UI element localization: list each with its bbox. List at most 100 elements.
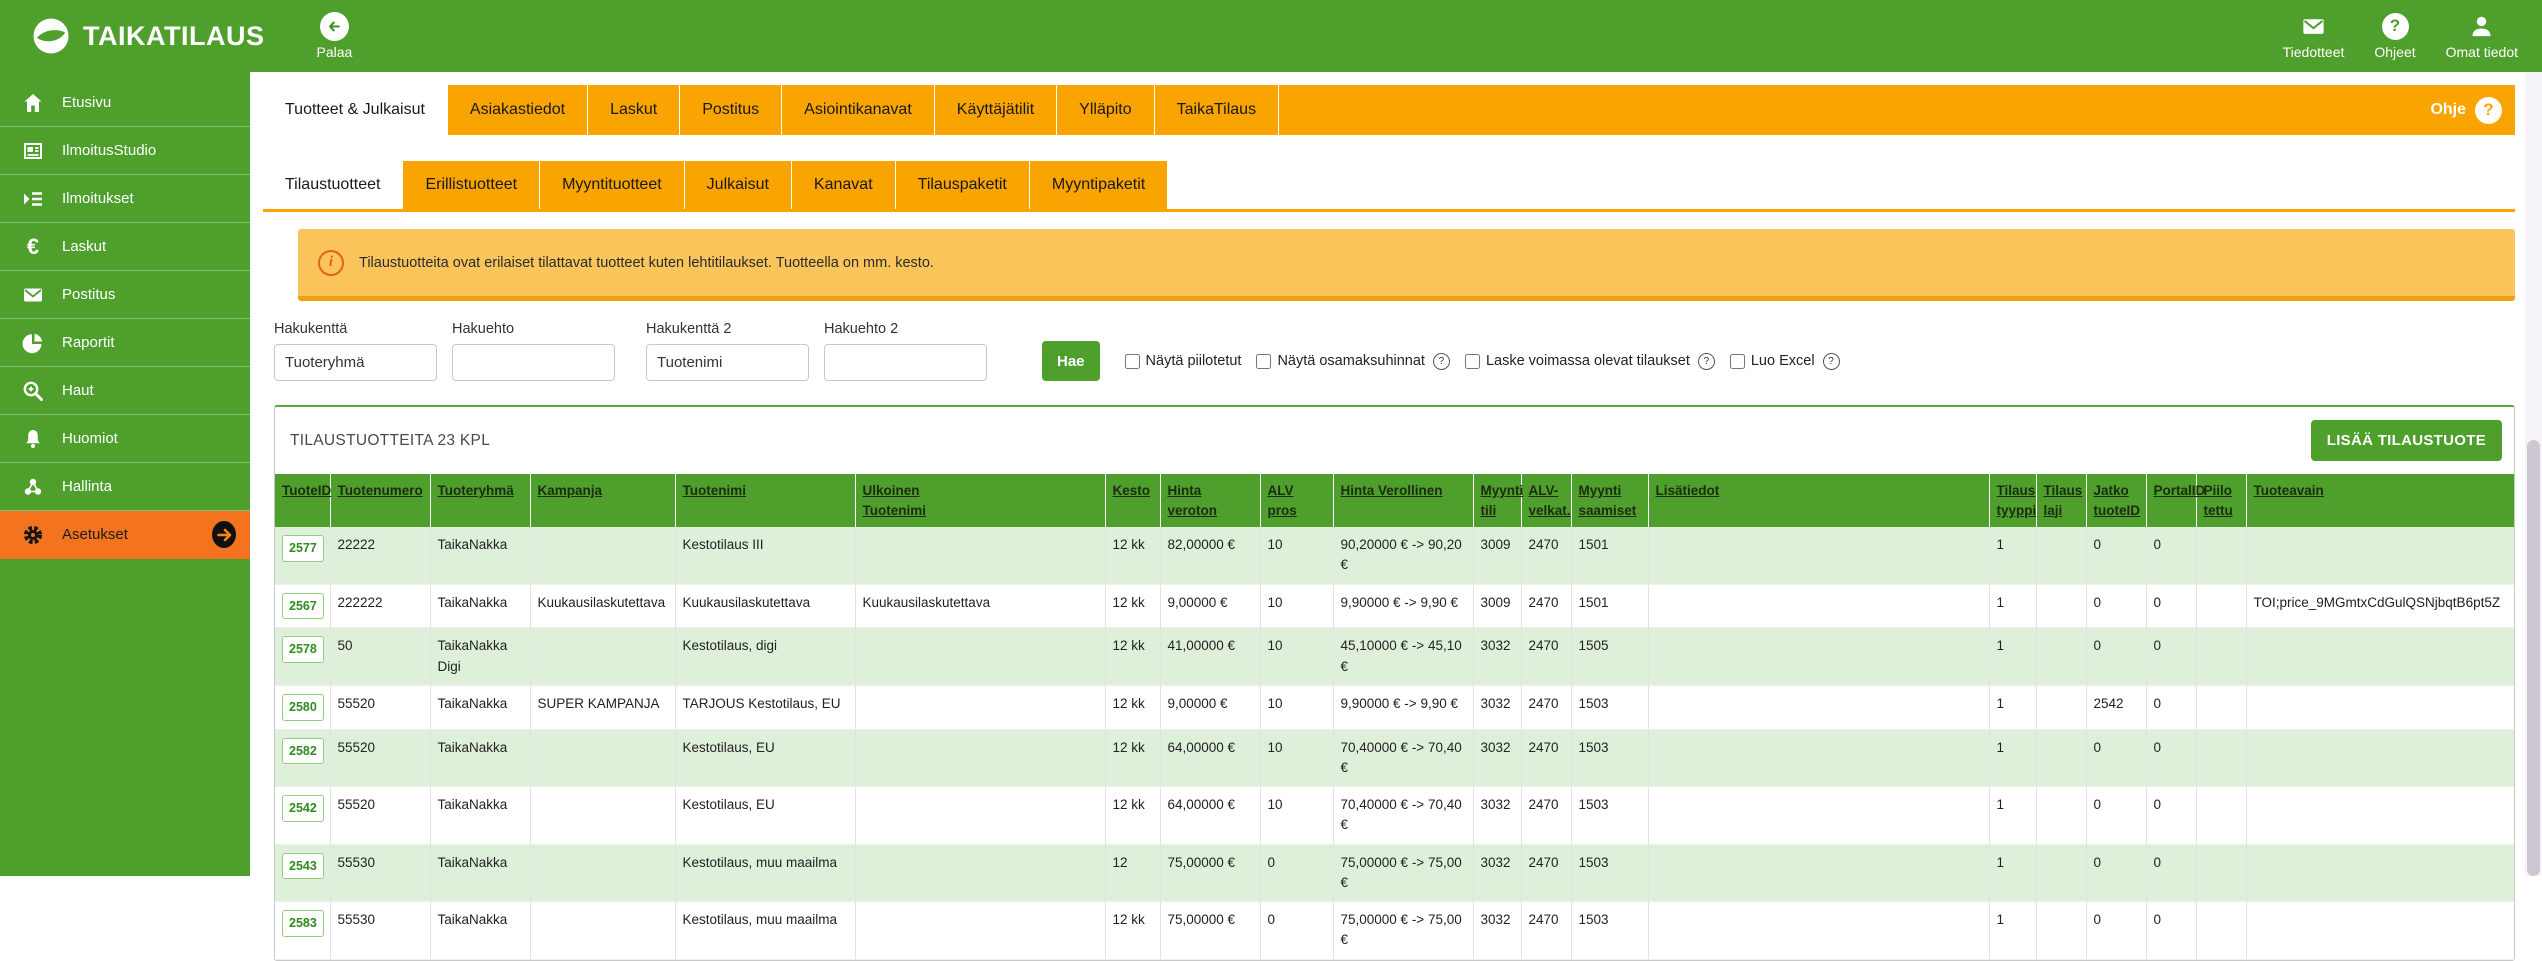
column-header-jatko-tuoteid[interactable]: Jatko tuoteID: [2086, 474, 2146, 527]
sidebar-item-postitus[interactable]: Postitus: [0, 271, 250, 319]
product-id-link[interactable]: 2582: [282, 738, 324, 765]
column-header-kampanja[interactable]: Kampanja: [530, 474, 675, 527]
checkbox-laske-voimassa-olevat-tilaukset[interactable]: Laske voimassa olevat tilaukset?: [1465, 353, 1715, 370]
product-id-link[interactable]: 2542: [282, 795, 324, 822]
hakuehto-input[interactable]: [452, 344, 615, 381]
subtab-myyntituotteet[interactable]: Myyntituotteet: [540, 161, 685, 209]
checkbox-näytä-osamaksuhinnat[interactable]: Näytä osamaksuhinnat?: [1256, 353, 1450, 370]
column-sort-link[interactable]: ALV pros: [1268, 483, 1297, 518]
top-action-tiedotteet[interactable]: Tiedotteet: [2283, 13, 2345, 60]
sidebar-item-huomiot[interactable]: Huomiot: [0, 415, 250, 463]
help-icon[interactable]: ?: [1823, 353, 1840, 370]
hakukenttä-input[interactable]: [274, 344, 437, 381]
product-id-link[interactable]: 2567: [282, 593, 324, 620]
column-header-piilo-tettu[interactable]: Piilo tettu: [2196, 474, 2246, 527]
column-sort-link[interactable]: Tilaus tyyppi: [1997, 483, 2037, 518]
subtab-myyntipaketit[interactable]: Myyntipaketit: [1030, 161, 1168, 209]
tab-laskut[interactable]: Laskut: [588, 85, 680, 135]
column-header-myynti-tili[interactable]: Myynti tili: [1473, 474, 1521, 527]
column-header-tuotenumero[interactable]: Tuotenumero: [330, 474, 430, 527]
ohje-help-button[interactable]: Ohje ?: [2430, 85, 2515, 135]
column-sort-link[interactable]: Tuotenumero: [338, 483, 423, 498]
column-sort-link[interactable]: Tuoteavain: [2254, 483, 2324, 498]
column-sort-link[interactable]: PortalID: [2154, 483, 2206, 498]
subtab-julkaisut[interactable]: Julkaisut: [685, 161, 792, 209]
help-icon[interactable]: ?: [1698, 353, 1715, 370]
checkbox-näytä-piilotetut[interactable]: Näytä piilotetut: [1125, 353, 1242, 369]
product-id-link[interactable]: 2578: [282, 636, 324, 663]
column-header-tuotenimi[interactable]: Tuotenimi: [675, 474, 855, 527]
brand-logo[interactable]: TAIKATILAUS: [30, 15, 264, 57]
column-sort-link[interactable]: Myynti saamiset: [1579, 483, 1637, 518]
column-header-hinta-veroton[interactable]: Hinta veroton: [1160, 474, 1260, 527]
hakukenttä-2-input[interactable]: [646, 344, 809, 381]
column-sort-link[interactable]: Lisätiedot: [1656, 483, 1720, 498]
column-sort-link[interactable]: ALV- velkat.: [1529, 483, 1571, 518]
column-header-tuoteid[interactable]: TuoteID: [275, 474, 330, 527]
column-header-kesto[interactable]: Kesto: [1105, 474, 1160, 527]
checkbox-luo-excel[interactable]: Luo Excel?: [1730, 353, 1840, 370]
product-id-link[interactable]: 2580: [282, 694, 324, 721]
column-sort-link[interactable]: Kesto: [1113, 483, 1151, 498]
column-sort-link[interactable]: Myynti tili: [1481, 483, 1524, 518]
top-action-ohjeet[interactable]: ?Ohjeet: [2374, 13, 2415, 60]
subtab-tilaustuotteet[interactable]: Tilaustuotteet: [263, 161, 403, 209]
column-header-tilaus-tyyppi[interactable]: Tilaus tyyppi: [1989, 474, 2036, 527]
column-sort-link[interactable]: Ulkoinen Tuotenimi: [863, 483, 927, 518]
back-button[interactable]: Palaa: [316, 12, 352, 60]
cell-tuoteryhmä: TaikaNakka: [430, 527, 530, 584]
column-header-lisätiedot[interactable]: Lisätiedot: [1648, 474, 1989, 527]
sidebar-nav: EtusivuIlmoitusStudioIlmoitukset€LaskutP…: [0, 72, 250, 876]
help-icon[interactable]: ?: [1433, 353, 1450, 370]
column-header-myynti-saamiset[interactable]: Myynti saamiset: [1571, 474, 1648, 527]
column-sort-link[interactable]: Piilo tettu: [2204, 483, 2233, 518]
column-header-tuoteavain[interactable]: Tuoteavain: [2246, 474, 2515, 527]
subtab-erillistuotteet[interactable]: Erillistuotteet: [403, 161, 540, 209]
tab-asiointikanavat[interactable]: Asiointikanavat: [782, 85, 935, 135]
checkbox-input[interactable]: [1465, 354, 1480, 369]
sidebar-item-hallinta[interactable]: Hallinta: [0, 463, 250, 511]
sidebar-item-asetukset[interactable]: Asetukset: [0, 511, 250, 559]
column-header-tuoteryhmä[interactable]: Tuoteryhmä: [430, 474, 530, 527]
column-sort-link[interactable]: TuoteID: [282, 483, 331, 498]
column-sort-link[interactable]: Tuotenimi: [683, 483, 747, 498]
tab-käyttäjätilit[interactable]: Käyttäjätilit: [935, 85, 1057, 135]
column-header-alv-velkat[interactable]: ALV- velkat.: [1521, 474, 1571, 527]
sidebar-item-ilmoitukset[interactable]: Ilmoitukset: [0, 175, 250, 223]
product-id-link[interactable]: 2577: [282, 535, 324, 562]
checkbox-input[interactable]: [1730, 354, 1745, 369]
column-header-hinta-verollinen[interactable]: Hinta Verollinen: [1333, 474, 1473, 527]
sidebar-item-ilmoitusstudio[interactable]: IlmoitusStudio: [0, 127, 250, 175]
sidebar-item-raportit[interactable]: Raportit: [0, 319, 250, 367]
column-header-portalid[interactable]: PortalID: [2146, 474, 2196, 527]
tab-postitus[interactable]: Postitus: [680, 85, 782, 135]
cell-lisätiedot: [1648, 685, 1989, 729]
product-id-link[interactable]: 2543: [282, 853, 324, 880]
hakuehto-2-input[interactable]: [824, 344, 987, 381]
tab-taikatilaus[interactable]: TaikaTilaus: [1155, 85, 1279, 135]
sidebar-item-haut[interactable]: Haut: [0, 367, 250, 415]
column-sort-link[interactable]: Jatko tuoteID: [2094, 483, 2141, 518]
search-submit-button[interactable]: Hae: [1042, 341, 1100, 381]
column-sort-link[interactable]: Tuoteryhmä: [438, 483, 514, 498]
subtab-kanavat[interactable]: Kanavat: [792, 161, 896, 209]
subtab-tilauspaketit[interactable]: Tilauspaketit: [896, 161, 1030, 209]
sidebar-item-laskut[interactable]: €Laskut: [0, 223, 250, 271]
checkbox-input[interactable]: [1256, 354, 1271, 369]
sidebar-item-etusivu[interactable]: Etusivu: [0, 79, 250, 127]
column-header-ulkoinen-tuotenimi[interactable]: Ulkoinen Tuotenimi: [855, 474, 1105, 527]
add-subscription-product-button[interactable]: LISÄÄ TILAUSTUOTE: [2311, 420, 2502, 461]
column-header-tilaus-laji[interactable]: Tilaus laji: [2036, 474, 2086, 527]
column-header-alv-pros[interactable]: ALV pros: [1260, 474, 1333, 527]
product-id-link[interactable]: 2583: [282, 910, 324, 937]
checkbox-input[interactable]: [1125, 354, 1140, 369]
column-sort-link[interactable]: Kampanja: [538, 483, 603, 498]
tab-tuotteet-julkaisut[interactable]: Tuotteet & Julkaisut: [263, 85, 448, 135]
page-scrollbar-thumb[interactable]: [2527, 440, 2540, 876]
column-sort-link[interactable]: Hinta veroton: [1168, 483, 1218, 518]
tab-ylläpito[interactable]: Ylläpito: [1057, 85, 1154, 135]
column-sort-link[interactable]: Hinta Verollinen: [1341, 483, 1443, 498]
top-action-omat-tiedot[interactable]: Omat tiedot: [2446, 13, 2518, 60]
column-sort-link[interactable]: Tilaus laji: [2044, 483, 2083, 518]
tab-asiakastiedot[interactable]: Asiakastiedot: [448, 85, 588, 135]
